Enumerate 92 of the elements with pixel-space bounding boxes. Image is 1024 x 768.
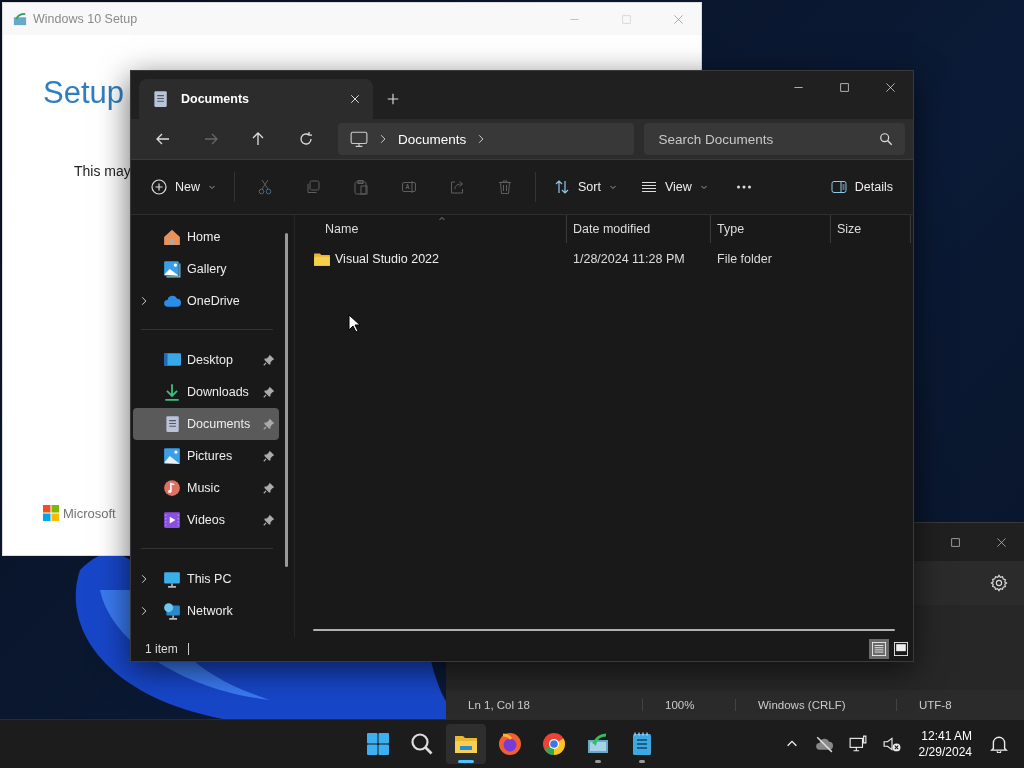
maximize-icon bbox=[949, 536, 961, 548]
search-field[interactable]: Search Documents bbox=[644, 123, 905, 155]
forward-arrow-icon bbox=[202, 131, 219, 147]
sidebar-item[interactable]: OneDrive bbox=[133, 285, 279, 317]
tiles-view-button[interactable] bbox=[891, 639, 911, 659]
search-icon bbox=[409, 731, 435, 757]
bell-icon bbox=[990, 735, 1008, 753]
details-button[interactable]: Details bbox=[818, 170, 905, 204]
brand-name: Microsoft bbox=[63, 505, 116, 521]
monitor-icon bbox=[163, 570, 181, 588]
column-header[interactable]: Date modified bbox=[567, 215, 711, 243]
tile-view-icon bbox=[894, 642, 908, 656]
monitor-icon bbox=[349, 130, 368, 148]
network-monitor-icon bbox=[848, 735, 867, 753]
sidebar-item[interactable]: Music bbox=[133, 472, 279, 504]
tab[interactable]: Documents bbox=[139, 79, 373, 119]
sidebar-item[interactable]: This PC bbox=[133, 563, 279, 595]
caret-icon bbox=[437, 215, 447, 223]
pin-icon bbox=[263, 450, 275, 462]
chevron-down-icon bbox=[208, 183, 216, 191]
sidebar-item[interactable]: Network bbox=[133, 595, 279, 627]
close-icon bbox=[672, 13, 684, 25]
pin-icon bbox=[263, 514, 275, 526]
scrollbar[interactable] bbox=[313, 629, 895, 631]
gallery-icon bbox=[163, 260, 181, 278]
view-button[interactable]: View bbox=[628, 170, 720, 204]
maximize-icon bbox=[620, 13, 632, 25]
list-view-icon bbox=[872, 642, 886, 656]
chevron-down-icon bbox=[608, 183, 617, 191]
network-icon bbox=[163, 602, 181, 620]
settings-button[interactable] bbox=[990, 574, 1008, 592]
sidebar-item[interactable]: Documents bbox=[133, 408, 279, 440]
sidebar-item[interactable]: Gallery bbox=[133, 253, 279, 285]
windows-logo-icon bbox=[365, 731, 391, 757]
scrollbar[interactable] bbox=[285, 233, 288, 567]
taskbar-app-button[interactable] bbox=[446, 724, 486, 764]
item-count: 1 item bbox=[145, 643, 189, 655]
close-icon bbox=[995, 536, 1007, 548]
table-cell-text: 1/28/2024 11:28 PM bbox=[572, 251, 686, 268]
house-icon bbox=[163, 228, 181, 246]
details-view-button[interactable] bbox=[869, 639, 889, 659]
column-header[interactable]: Size bbox=[831, 215, 911, 243]
sidebar-item[interactable]: Videos bbox=[133, 504, 279, 536]
status-text: Ln 1, Col 18 bbox=[467, 699, 531, 711]
column-header[interactable]: Name bbox=[313, 215, 567, 243]
address-bar[interactable]: Documents bbox=[337, 123, 635, 155]
video-icon bbox=[163, 511, 181, 529]
sort-button[interactable]: Sort bbox=[542, 170, 629, 204]
status-text: Windows (CRLF) bbox=[735, 699, 896, 711]
pin-icon bbox=[263, 354, 275, 366]
pin-icon bbox=[263, 418, 275, 430]
window-title: Windows 10 Setup bbox=[33, 12, 138, 26]
status-text: 100% bbox=[642, 699, 735, 711]
speaker-muted-icon bbox=[882, 735, 901, 753]
settings-icon bbox=[990, 574, 1008, 592]
pin-icon bbox=[263, 386, 275, 398]
chevron-right-icon bbox=[139, 574, 149, 584]
setup-heading: Setup bbox=[43, 75, 124, 111]
chevron-down-icon bbox=[699, 183, 708, 191]
four-squares-logo-icon bbox=[43, 505, 59, 521]
picture-icon bbox=[163, 447, 181, 465]
chevron-right-icon bbox=[139, 296, 149, 306]
table-cell-text: File folder bbox=[716, 251, 773, 268]
cursor-icon bbox=[348, 314, 360, 333]
breadcrumb-item[interactable]: Documents bbox=[397, 131, 467, 147]
search-icon bbox=[878, 132, 893, 146]
installer-icon bbox=[13, 12, 27, 26]
document-icon bbox=[151, 90, 169, 108]
close-icon bbox=[884, 81, 896, 93]
pin-icon bbox=[263, 482, 275, 494]
maximize-icon bbox=[838, 81, 850, 93]
plus-icon bbox=[386, 92, 400, 106]
document-icon bbox=[163, 415, 181, 433]
back-arrow-icon bbox=[154, 131, 171, 147]
new-button[interactable]: New bbox=[139, 170, 228, 204]
download-icon bbox=[163, 383, 181, 401]
refresh-icon bbox=[298, 131, 315, 147]
sidebar-item[interactable]: Downloads bbox=[133, 376, 279, 408]
sidebar-item[interactable]: Home bbox=[133, 221, 279, 253]
sidebar-item[interactable]: Desktop bbox=[133, 344, 279, 376]
column-header[interactable]: Type bbox=[711, 215, 831, 243]
music-note-icon bbox=[163, 479, 181, 497]
folder-icon bbox=[313, 250, 331, 268]
clock[interactable]: 12:41 AM 2/29/2024 bbox=[912, 728, 978, 760]
setup-message: This may bbox=[74, 163, 131, 179]
sidebar-item[interactable]: Pictures bbox=[133, 440, 279, 472]
file-name[interactable]: Visual Studio 2022 bbox=[335, 252, 440, 266]
close-icon bbox=[349, 93, 361, 105]
desktop-icon bbox=[163, 351, 181, 369]
cloud-off-icon bbox=[814, 735, 833, 753]
status-text: UTF-8 bbox=[896, 699, 966, 711]
chevron-right-icon bbox=[139, 606, 149, 616]
